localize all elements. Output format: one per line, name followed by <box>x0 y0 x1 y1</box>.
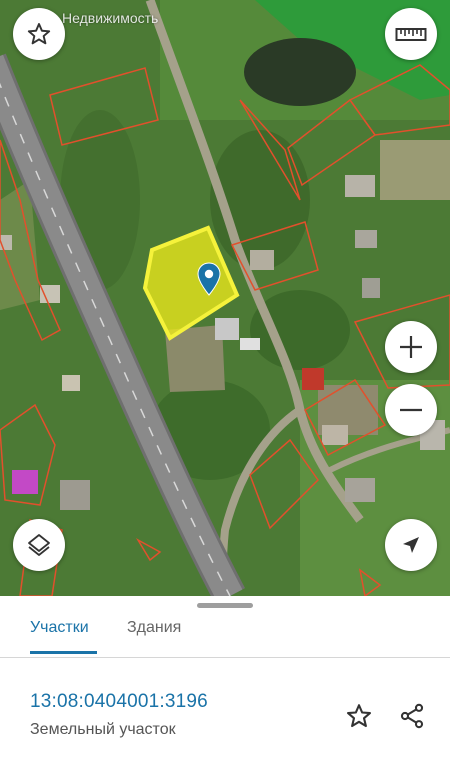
tab-parcels[interactable]: Участки <box>30 619 89 637</box>
tab-bar: Участки Здания <box>0 616 450 654</box>
zoom-out-button[interactable] <box>385 384 437 436</box>
favorite-parcel-button[interactable] <box>343 700 375 732</box>
satellite-imagery <box>0 0 450 596</box>
sheet-drag-handle[interactable] <box>197 603 253 608</box>
bottom-sheet: Участки Здания 13:08:0404001:3196 Земель… <box>0 596 450 768</box>
ruler-button[interactable] <box>385 8 437 60</box>
layers-button[interactable] <box>13 519 65 571</box>
app-watermark: Недвижимость <box>62 10 159 26</box>
location-pin-icon <box>197 262 221 296</box>
tab-buildings[interactable]: Здания <box>127 619 181 637</box>
active-tab-indicator <box>30 651 97 654</box>
share-button[interactable] <box>396 700 428 732</box>
share-icon <box>400 703 424 729</box>
map-view[interactable]: Недвижимость <box>0 0 450 596</box>
zoom-in-button[interactable] <box>385 321 437 373</box>
divider <box>0 657 450 658</box>
cadastral-number[interactable]: 13:08:0404001:3196 <box>30 691 208 713</box>
plus-icon <box>400 336 422 358</box>
ruler-icon <box>395 28 427 41</box>
star-icon <box>346 704 372 728</box>
favorite-button[interactable] <box>13 8 65 60</box>
layers-icon <box>28 534 50 556</box>
star-icon <box>27 23 51 45</box>
navigation-arrow-icon <box>403 537 419 553</box>
minus-icon <box>400 408 422 412</box>
locate-button[interactable] <box>385 519 437 571</box>
parcel-type: Земельный участок <box>30 721 176 738</box>
